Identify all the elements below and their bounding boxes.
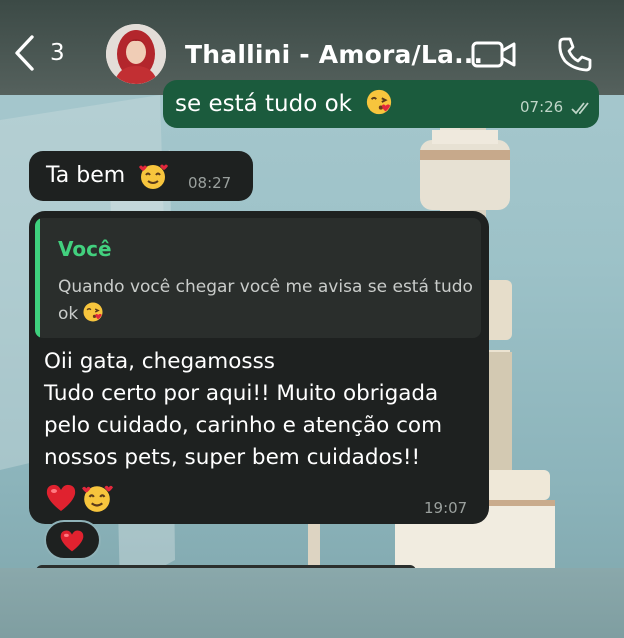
message-timestamp: 19:07 — [424, 499, 468, 517]
unread-count: 3 — [50, 40, 65, 66]
message-text: Oii gata, chegamosss Tudo certo por aqui… — [44, 349, 443, 470]
kissing-face-emoji — [367, 89, 392, 115]
smiling-face-with-hearts-emoji — [82, 485, 113, 512]
voice-call-button[interactable] — [555, 34, 595, 74]
bottom-bar — [0, 568, 624, 638]
received-message-bubble[interactable]: Ta bem 08:27 — [29, 151, 253, 201]
quoted-text: Quando você chegar você me avisa se está… — [58, 277, 473, 324]
message-timestamp: 08:27 — [188, 174, 232, 192]
back-button[interactable]: 3 — [12, 30, 82, 76]
avatar[interactable] — [106, 24, 166, 84]
message-timestamp: 07:26 — [520, 98, 564, 116]
message-text: se está tudo ok — [175, 88, 393, 117]
contact-name[interactable]: Thallini - Amora/La... — [185, 40, 483, 69]
message-text: Ta bem — [46, 163, 126, 188]
smiling-face-with-hearts-emoji — [139, 164, 168, 189]
chevron-left-icon — [15, 35, 34, 71]
phone-icon — [558, 37, 592, 72]
video-camera-icon — [471, 41, 516, 68]
quoted-message[interactable]: Você Quando você chegar você me avisa se… — [35, 218, 481, 338]
message-emojis — [45, 482, 113, 516]
received-reply-bubble[interactable]: Você Quando você chegar você me avisa se… — [29, 211, 489, 524]
sent-message-bubble[interactable]: se está tudo ok 07:26 — [163, 80, 599, 128]
red-heart-emoji — [46, 484, 76, 511]
video-call-button[interactable] — [470, 36, 518, 72]
kissing-face-emoji — [83, 302, 103, 322]
quoted-author: Você — [58, 237, 112, 261]
quote-accent-bar — [35, 218, 40, 338]
avatar-image — [106, 24, 166, 84]
double-check-icon — [571, 102, 589, 115]
reaction-badge[interactable] — [44, 520, 101, 560]
red-heart-emoji — [60, 530, 84, 552]
